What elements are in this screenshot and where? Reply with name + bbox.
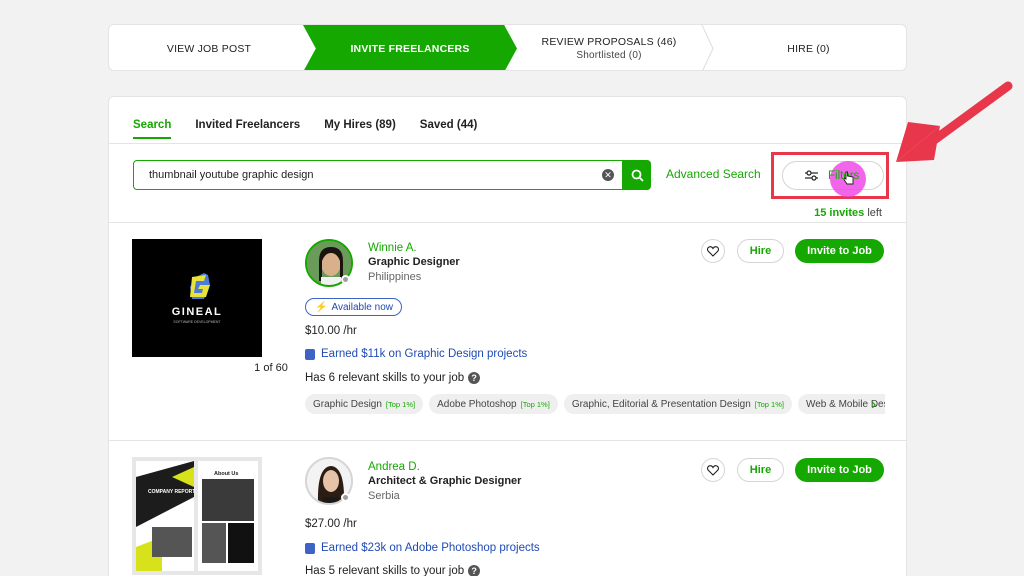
heart-icon xyxy=(707,245,719,257)
sliders-icon xyxy=(805,170,818,181)
relevant-skills: Has 6 relevant skills to your job ? xyxy=(305,372,481,384)
earnings: Earned $11k on Graphic Design projects xyxy=(305,348,527,360)
step-label: VIEW JOB POST xyxy=(166,42,252,55)
invites-left: 15 invites left xyxy=(814,207,882,219)
badge-icon xyxy=(305,348,315,360)
save-heart-button[interactable] xyxy=(701,458,725,482)
step-review-proposals[interactable]: REVIEW PROPOSALS (46) Shortlisted (0) xyxy=(514,25,704,70)
step-label: REVIEW PROPOSALS (46) xyxy=(541,36,677,48)
step-label: HIRE (0) xyxy=(787,42,830,55)
availability-badge: ⚡ Available now xyxy=(305,298,402,316)
invite-to-job-button[interactable]: Invite to Job xyxy=(795,458,884,482)
help-icon[interactable]: ? xyxy=(468,372,481,384)
freelancer-country: Serbia xyxy=(368,490,400,502)
badge-icon xyxy=(305,542,315,554)
step-view-job-post[interactable]: VIEW JOB POST xyxy=(109,25,309,70)
tab-search[interactable]: Search xyxy=(133,119,172,139)
relevant-skills: Has 5 relevant skills to your job ? xyxy=(305,565,481,576)
portfolio-thumbnail[interactable]: COMPANY REPORT About Us xyxy=(132,457,262,575)
highlight-box: Filters xyxy=(771,152,889,199)
freelancer-name[interactable]: Winnie A. xyxy=(368,242,417,254)
skill-label: Graphic, Editorial & Presentation Design xyxy=(571,398,751,410)
portfolio-heading: About Us xyxy=(214,471,238,477)
portfolio-heading: COMPANY REPORT xyxy=(148,489,195,495)
search-icon xyxy=(631,169,644,182)
hourly-rate: $10.00 /hr xyxy=(305,325,357,337)
freelancer-name[interactable]: Andrea D. xyxy=(368,461,420,473)
relevant-skills-text: Has 6 relevant skills to your job xyxy=(305,372,465,384)
freelancer-country: Philippines xyxy=(368,271,422,283)
search-input[interactable]: thumbnail youtube graphic design ✕ xyxy=(133,160,623,190)
search-input-value: thumbnail youtube graphic design xyxy=(149,169,314,181)
divider xyxy=(109,440,906,441)
hire-button[interactable]: Hire xyxy=(737,458,784,482)
divider xyxy=(109,143,906,144)
clear-icon[interactable]: ✕ xyxy=(602,169,614,181)
hire-button[interactable]: Hire xyxy=(737,239,784,263)
skill-label: Adobe Photoshop xyxy=(437,398,517,410)
divider xyxy=(109,222,906,223)
tab-invited-freelancers[interactable]: Invited Freelancers xyxy=(195,119,300,139)
freelancer-title: Architect & Graphic Designer xyxy=(368,475,522,487)
portfolio-logo-subtext: SOFTWARE DEVELOPMENT xyxy=(173,320,221,324)
skill-tag: [Top 1%] xyxy=(754,399,784,409)
invites-count: 15 invites xyxy=(814,207,865,219)
status-dot xyxy=(341,275,350,284)
gineal-logo-icon: GINEAL SOFTWARE DEVELOPMENT xyxy=(172,273,223,324)
filters-button[interactable]: Filters xyxy=(782,161,884,197)
tab-bar: Search Invited Freelancers My Hires (89)… xyxy=(133,119,501,139)
availability-label: Available now xyxy=(331,301,393,313)
earnings: Earned $23k on Adobe Photoshop projects xyxy=(305,542,540,554)
hand-cursor-icon xyxy=(843,171,854,185)
annotation-arrow-icon xyxy=(896,81,1013,162)
skill-tag: [Top 1%] xyxy=(385,399,416,409)
heart-icon xyxy=(707,464,719,476)
hourly-rate: $27.00 /hr xyxy=(305,518,357,530)
status-dot xyxy=(341,493,350,502)
step-label: INVITE FREELANCERS xyxy=(350,42,470,55)
main-panel: Search Invited Freelancers My Hires (89)… xyxy=(108,96,907,576)
lightning-icon: ⚡ xyxy=(315,301,328,313)
relevant-skills-text: Has 5 relevant skills to your job xyxy=(305,565,465,576)
step-sublabel: Shortlisted (0) xyxy=(576,50,642,61)
portfolio-thumbnail[interactable]: GINEAL SOFTWARE DEVELOPMENT xyxy=(132,239,262,357)
help-icon[interactable]: ? xyxy=(468,565,481,576)
save-heart-button[interactable] xyxy=(701,239,725,263)
skill-label: Graphic Design xyxy=(313,398,382,410)
skill-chip[interactable]: Graphic, Editorial & Presentation Design… xyxy=(563,394,792,414)
invite-to-job-button[interactable]: Invite to Job xyxy=(795,239,884,263)
advanced-search-link[interactable]: Advanced Search xyxy=(666,167,761,181)
earnings-text: Earned $23k on Adobe Photoshop projects xyxy=(321,542,540,554)
earnings-text: Earned $11k on Graphic Design projects xyxy=(321,348,528,360)
skill-chip[interactable]: Graphic Design [Top 1%] xyxy=(305,394,424,414)
invites-suffix: left xyxy=(867,207,882,219)
progress-stepper: VIEW JOB POST INVITE FREELANCERS REVIEW … xyxy=(108,24,907,71)
step-invite-freelancers[interactable]: INVITE FREELANCERS xyxy=(303,25,517,70)
portfolio-logo-text: GINEAL xyxy=(172,306,223,318)
freelancer-title: Graphic Designer xyxy=(368,256,460,268)
step-hire[interactable]: HIRE (0) xyxy=(709,25,906,70)
search-button[interactable] xyxy=(623,160,651,190)
portfolio-image: COMPANY REPORT About Us xyxy=(136,461,258,571)
skill-chip[interactable]: Adobe Photoshop [Top 1%] xyxy=(429,394,558,414)
skill-chips: Graphic Design [Top 1%] Adobe Photoshop [T… xyxy=(305,394,885,414)
skill-tag: [Top 1%] xyxy=(520,399,550,409)
tab-saved[interactable]: Saved (44) xyxy=(420,119,478,139)
chevron-right-icon[interactable]: › xyxy=(871,396,876,414)
tab-my-hires[interactable]: My Hires (89) xyxy=(324,119,396,139)
